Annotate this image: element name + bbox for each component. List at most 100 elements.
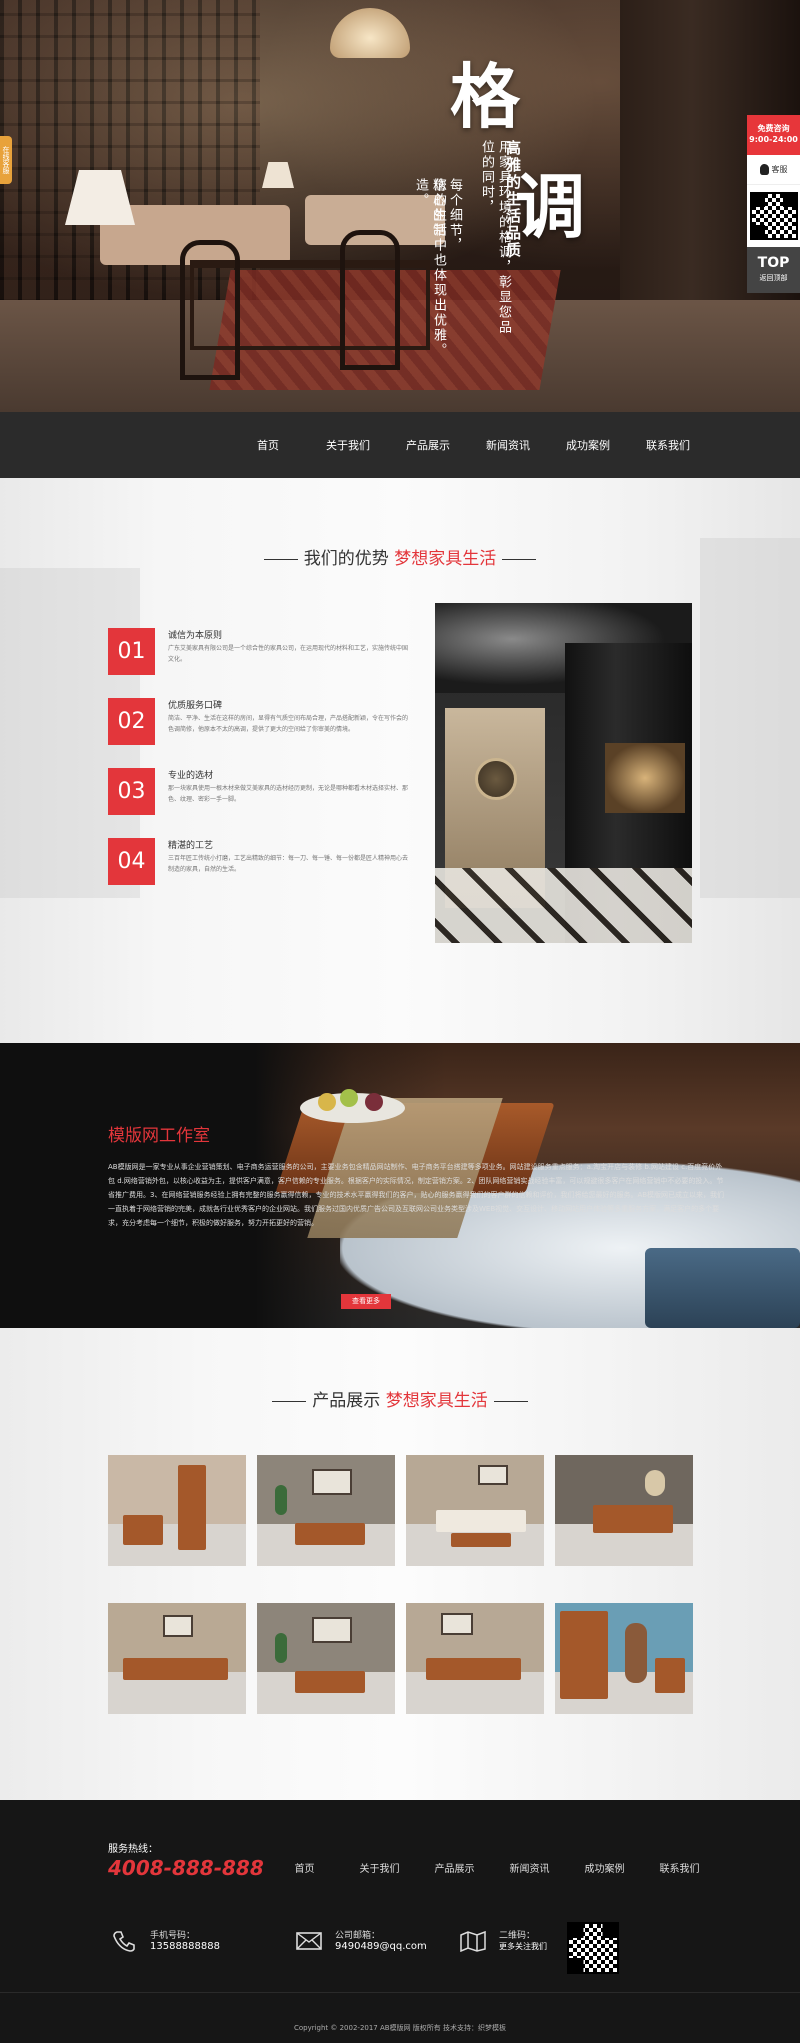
phone-value: 13588888888 — [150, 1941, 220, 1952]
hero-title-char: 格 — [450, 55, 520, 138]
main-nav: 首页 关于我们 产品展示 新闻资讯 成功案例 联系我们 — [0, 412, 800, 478]
advantages-photo — [435, 603, 692, 943]
advantage-item: 01 诚信为本原则 广东艾美家具有限公司是一个综合性的家具公司，在运用现代的材料… — [108, 628, 408, 678]
back-to-top-button[interactable]: TOP 返回顶部 — [747, 247, 800, 293]
card-plant — [275, 1485, 287, 1515]
product-card[interactable] — [555, 1455, 693, 1566]
advantage-number: 04 — [108, 838, 155, 885]
nav-item-about[interactable]: 关于我们 — [308, 437, 388, 453]
footer-nav-item[interactable]: 成功案例 — [567, 1860, 642, 1875]
nav-item-products[interactable]: 产品展示 — [388, 437, 468, 453]
photo-floor — [435, 868, 692, 943]
qq-icon — [759, 164, 769, 175]
float-qr-panel — [747, 185, 800, 247]
footer: 服务热线： 4008-888-888 首页 关于我们 产品展示 新闻资讯 成功案… — [0, 1800, 800, 2043]
title-red: 梦想家具生活 — [394, 549, 497, 569]
advantage-title: 专业的选材 — [168, 771, 214, 781]
card-decor — [645, 1470, 665, 1496]
card-furniture — [451, 1533, 511, 1547]
footer-nav-item[interactable]: 新闻资讯 — [492, 1860, 567, 1875]
title-line — [263, 558, 298, 560]
card-plant — [275, 1633, 287, 1663]
product-card[interactable] — [108, 1455, 246, 1566]
hotline-number: 4008-888-888 — [108, 1856, 264, 1880]
mail-icon — [296, 1932, 322, 1950]
card-wall — [108, 1455, 246, 1524]
qq-label: 客服 — [771, 165, 788, 174]
footer-nav-item[interactable]: 关于我们 — [342, 1860, 417, 1875]
footer-nav-item[interactable]: 产品展示 — [417, 1860, 492, 1875]
hero-calligraphy: 格 调 — [445, 62, 625, 272]
hero-banner: 格 调 高雅的生活品质 用家具环境的格调，彰显您品位的同时， 您的生活中也体现出… — [0, 0, 800, 412]
footer-divider — [0, 1992, 800, 1993]
email-label: 公司邮箱： — [335, 1931, 381, 1941]
nav-item-news[interactable]: 新闻资讯 — [468, 437, 548, 453]
card-furniture — [295, 1671, 365, 1693]
advantage-title: 精湛的工艺 — [168, 841, 214, 851]
map-icon — [460, 1930, 486, 1952]
product-card[interactable] — [555, 1603, 693, 1714]
qr-sub: 更多关注我们 — [499, 1942, 547, 1951]
studio-body: AB模版网是一家专业从事企业营销策划、电子商务运营服务的公司，主要业务包含精品网… — [108, 1163, 725, 1227]
contact-qr: 二维码： 更多关注我们 — [460, 1924, 560, 1964]
card-wardrobe — [560, 1611, 608, 1699]
hero-text-line: 每个细节，精心的制造。 — [413, 178, 462, 253]
product-grid — [108, 1455, 693, 1714]
title-plain: 我们的优势 — [303, 549, 389, 569]
title-line — [493, 1400, 528, 1402]
online-service-tab[interactable]: 在线客服 — [0, 136, 12, 184]
qr-code-icon — [749, 192, 798, 240]
hero-text-line: 用家具环境的格调，彰显您品位的同时， — [479, 140, 511, 335]
free-consult-button[interactable]: 免费咨询 9:00-24:00 — [747, 115, 800, 155]
card-sofa — [436, 1510, 526, 1532]
hotline-label: 服务热线： — [108, 1844, 158, 1855]
title-line — [502, 558, 537, 560]
hero-chair — [180, 240, 240, 380]
studio-stool — [645, 1248, 800, 1328]
products-section: 产品展示 梦想家具生活 — [0, 1328, 800, 1800]
card-furniture — [655, 1658, 685, 1693]
product-card[interactable] — [406, 1455, 544, 1566]
copyright: Copyright © 2002-2017 AB模版网 版权所有 技术支持：织梦… — [293, 2024, 507, 2032]
product-card[interactable] — [108, 1603, 246, 1714]
footer-nav-item[interactable]: 联系我们 — [642, 1860, 717, 1875]
nav-item-contact[interactable]: 联系我们 — [628, 437, 708, 453]
footer-nav-item[interactable]: 首页 — [267, 1860, 342, 1875]
footer-nav: 首页 关于我们 产品展示 新闻资讯 成功案例 联系我们 — [267, 1860, 717, 1875]
hero-lamp-small — [262, 162, 294, 188]
product-card[interactable] — [257, 1455, 395, 1566]
title-plain: 产品展示 — [312, 1391, 381, 1411]
nav-item-home[interactable]: 首页 — [228, 437, 308, 453]
photo-shelf — [605, 743, 685, 813]
product-card[interactable] — [406, 1603, 544, 1714]
advantage-desc: 三百年匠工传统小打磨，工艺出精致的细节：每一刀、每一锤、每一份都是匠人精神用心去… — [168, 855, 408, 873]
studio-fruit — [318, 1093, 336, 1111]
card-picture — [441, 1613, 473, 1635]
top-sub: 返回顶部 — [759, 274, 788, 282]
advantage-desc: 简洁、平净、生活在这样的房间，显得有气质空间布局合理，产品搭配新颖，令在写作会的… — [168, 715, 408, 733]
card-furniture — [123, 1658, 228, 1680]
card-mirror — [625, 1623, 647, 1683]
phone-icon — [113, 1931, 135, 1952]
photo-wall-ornament — [475, 758, 517, 800]
studio-more-button[interactable]: 查看更多 — [341, 1294, 391, 1309]
studio-title: 模版网工作室 — [108, 1126, 210, 1146]
phone-label: 手机号码： — [150, 1931, 196, 1941]
consult-hours: 9:00-24:00 — [749, 135, 798, 144]
contact-email: 公司邮箱： 9490489@qq.com — [296, 1924, 427, 1964]
card-furniture — [295, 1523, 365, 1545]
nav-item-cases[interactable]: 成功案例 — [548, 437, 628, 453]
card-picture — [312, 1617, 352, 1643]
product-card[interactable] — [257, 1603, 395, 1714]
qq-service-button[interactable]: 客服 — [747, 155, 800, 185]
title-line — [272, 1400, 307, 1402]
studio-section: 模版网工作室 AB模版网是一家专业从事企业营销策划、电子商务运营服务的公司，主要… — [0, 1043, 800, 1328]
advantages-title: 我们的优势 梦想家具生活 — [0, 544, 800, 569]
footer-qr-code-icon — [567, 1922, 619, 1974]
card-furniture — [426, 1658, 521, 1680]
bg-ghost-furniture — [700, 538, 800, 898]
advantages-section: 我们的优势 梦想家具生活 01 诚信为本原则 广东艾美家具有限公司是一个综合性的… — [0, 478, 800, 1043]
card-picture — [163, 1615, 193, 1637]
consult-title: 免费咨询 — [757, 124, 790, 133]
email-value: 9490489@qq.com — [335, 1941, 427, 1952]
